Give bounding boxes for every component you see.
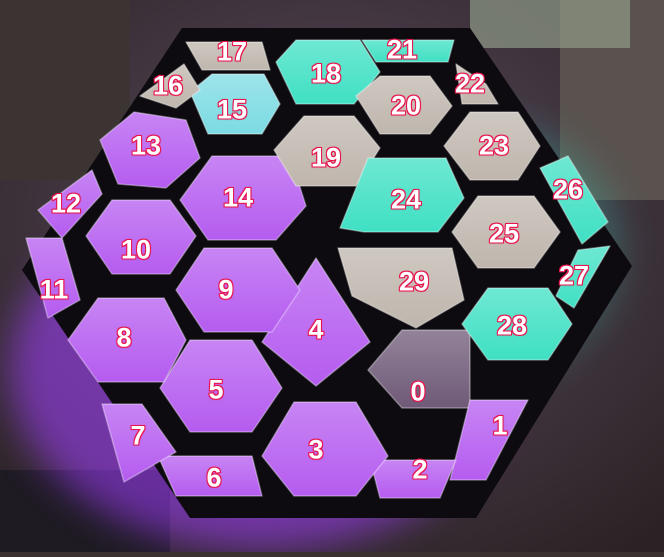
segment-25-label: 25	[488, 218, 520, 249]
segment-3-label: 3	[307, 434, 324, 465]
segment-0-label: 0	[409, 376, 426, 407]
segment-1-label: 1	[491, 410, 508, 441]
segment-22-label: 22	[454, 68, 486, 99]
segment-21-label: 21	[386, 34, 418, 65]
segment-10-label: 10	[120, 234, 152, 265]
segment-18-label: 18	[310, 58, 342, 89]
segment-28-label: 28	[496, 310, 528, 341]
led-hexagon-photo: 0 1 2 3 4 5 6 7 8 9 10 11 12 13 14 15 16 17 18 19 20 21 22 23 24…	[0, 0, 664, 552]
segment-4-label: 4	[307, 314, 324, 345]
segment-26-label: 26	[552, 174, 584, 205]
segment-23-label: 23	[478, 130, 510, 161]
segment-14-label: 14	[222, 182, 254, 213]
segment-12-label: 12	[50, 188, 82, 219]
segment-13-label: 13	[130, 130, 162, 161]
segment-29-label: 29	[398, 266, 430, 297]
segment-9-label: 9	[217, 274, 234, 305]
segment-20-label: 20	[390, 90, 422, 121]
segment-5-label: 5	[207, 374, 224, 405]
segment-24-label: 24	[390, 184, 422, 215]
segment-7-label: 7	[129, 420, 146, 451]
segment-17-label: 17	[216, 36, 248, 67]
segment-19-label: 19	[310, 142, 342, 173]
segment-6-label: 6	[205, 462, 222, 493]
pcb-top-right	[470, 0, 630, 48]
segment-8-label: 8	[115, 322, 132, 353]
segment-16-label: 16	[152, 70, 184, 101]
segment-11-label: 11	[39, 274, 70, 305]
segment-2-label: 2	[411, 454, 428, 485]
segment-15-label: 15	[216, 94, 248, 125]
segment-27-label: 27	[558, 260, 590, 291]
